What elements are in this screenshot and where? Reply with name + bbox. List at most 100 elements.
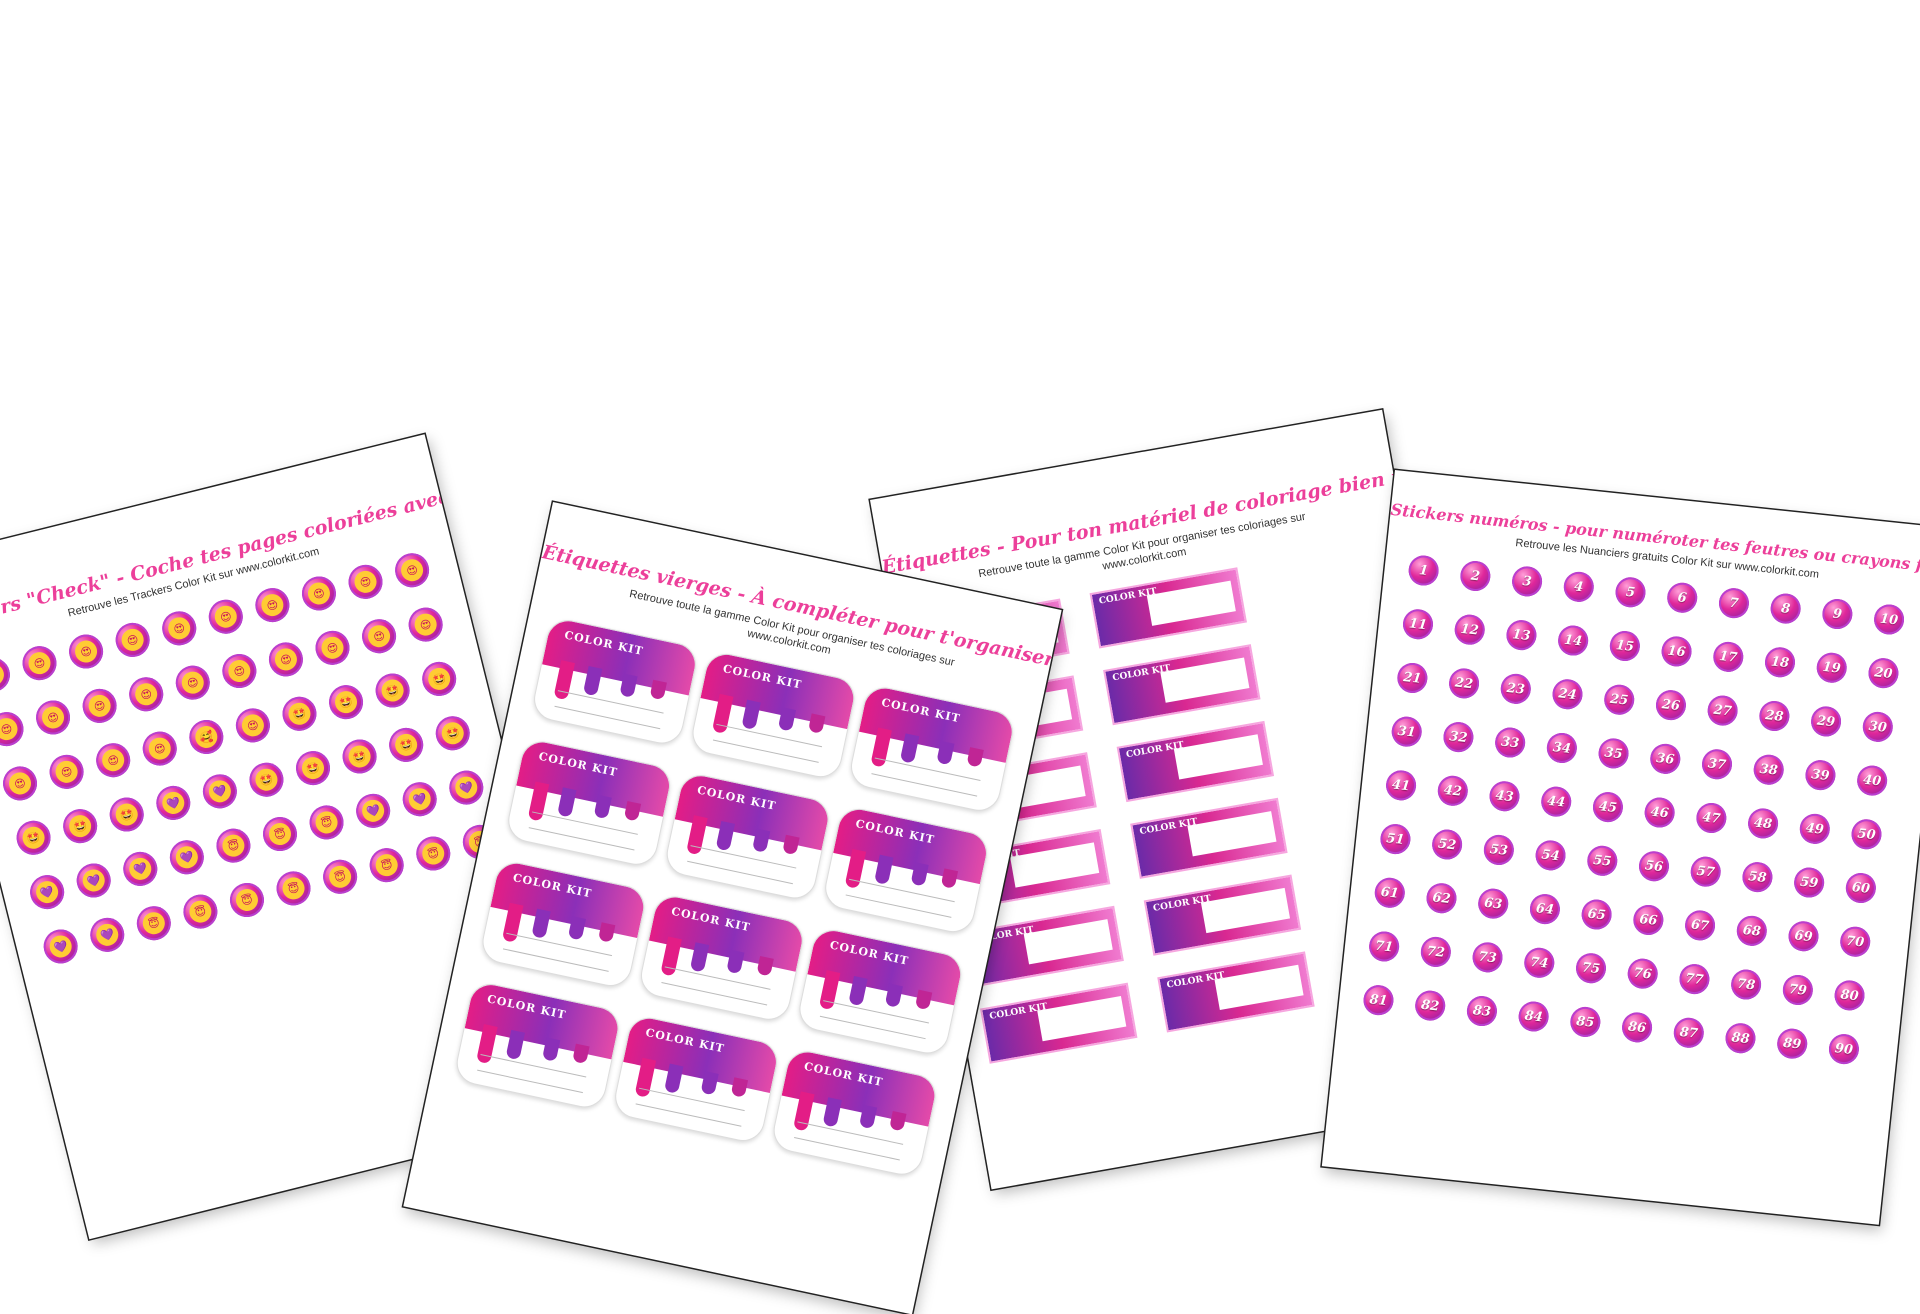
check-sticker: 💜 [40,925,82,968]
number-sticker-label: 48 [1753,815,1773,832]
check-sticker: 🤩 [292,747,334,789]
paint-drip [623,801,642,822]
number-sticker-label: 35 [1603,744,1624,762]
check-sticker: 😍 [172,662,214,704]
number-sticker: 56 [1637,849,1671,883]
number-sticker: 49 [1798,812,1832,846]
number-sticker: 55 [1585,844,1619,878]
number-sticker-label: 18 [1770,653,1790,671]
number-sticker: 53 [1482,833,1516,867]
number-sticker-label: 9 [1832,606,1843,622]
check-sticker: 🤩 [432,712,474,754]
rect-label-blank-area [1037,996,1127,1041]
emoji-icon: 😍 [239,712,267,739]
number-sticker-label: 21 [1402,669,1423,687]
number-sticker-label: 79 [1788,981,1808,999]
emoji-icon: 😍 [26,649,53,677]
emoji-icon: 😍 [146,735,174,762]
rect-label-blank-area [1160,657,1250,703]
number-sticker-label: 13 [1511,626,1532,644]
number-sticker: 31 [1390,715,1424,749]
emoji-icon: 😇 [280,875,307,902]
number-sticker: 30 [1861,710,1895,744]
check-sticker: 😇 [366,844,408,886]
emoji-icon: 😍 [72,638,100,665]
emoji-icon: 😍 [165,614,193,642]
check-sticker: 💜 [119,848,161,890]
number-sticker-label: 57 [1695,863,1716,881]
number-sticker-label: 65 [1586,906,1607,923]
number-sticker: 14 [1556,624,1590,658]
emoji-icon: 😍 [212,603,240,631]
number-sticker-label: 4 [1573,578,1585,595]
check-sticker: 😇 [412,832,454,875]
number-sticker: 5 [1614,575,1647,609]
number-sticker: 17 [1711,640,1745,674]
number-sticker: 25 [1602,683,1636,717]
blank-label: COLOR KIT [662,771,833,903]
check-sticker: 😍 [0,708,28,750]
number-sticker-label: 54 [1540,846,1561,864]
number-sticker-label: 27 [1712,702,1733,719]
number-sticker-label: 86 [1627,1018,1647,1036]
paint-drip [858,1104,878,1130]
check-sticker: 😍 [205,596,247,638]
number-sticker-label: 71 [1374,938,1394,955]
check-sticker: 🤩 [418,658,460,700]
emoji-icon: 🤩 [286,700,313,728]
number-sticker: 80 [1833,978,1867,1012]
emoji-icon: 😇 [187,898,214,925]
emoji-icon: 😍 [352,568,379,596]
emoji-icon: 🤩 [113,801,141,828]
number-sticker-label: 76 [1632,965,1653,983]
emoji-icon: 😍 [39,704,67,731]
emoji-icon: 😍 [179,669,207,696]
number-sticker: 44 [1539,785,1573,819]
paint-drip [751,828,771,853]
rect-label-blank-area [1024,919,1113,964]
number-sticker: 88 [1724,1021,1757,1055]
rect-label: COLOR KIT [979,982,1138,1064]
emoji-icon: 😍 [226,657,253,685]
number-sticker: 51 [1378,822,1412,856]
number-sticker: 52 [1430,828,1464,861]
number-sticker-label: 3 [1521,573,1533,590]
number-sticker-label: 39 [1810,766,1831,784]
check-sticker: 😍 [218,650,260,692]
check-sticker: 😍 [311,627,354,669]
number-sticker-label: 29 [1816,713,1836,730]
number-sticker-label: 38 [1758,761,1779,779]
number-sticker: 27 [1706,694,1740,728]
emoji-icon: 🤩 [20,824,47,852]
emoji-icon: 😍 [365,622,393,650]
number-sticker-label: 73 [1477,948,1498,966]
emoji-icon: 😍 [272,646,300,673]
number-sticker: 13 [1504,618,1538,652]
check-sticker: 🥰 [185,716,227,758]
number-sticker: 34 [1545,731,1579,765]
number-sticker: 82 [1413,989,1447,1023]
emoji-icon: 💜 [47,933,75,960]
number-sticker-label: 43 [1494,787,1515,805]
number-sticker-label: 15 [1615,637,1635,655]
number-sticker-label: 52 [1437,836,1457,853]
emoji-icon: 🤩 [392,731,420,759]
emoji-icon: 😇 [233,886,261,914]
rect-label-blank-area [1010,842,1100,888]
check-sticker: 💜 [445,766,487,809]
check-sticker: 🤩 [278,693,321,735]
check-sticker: 😍 [0,654,14,696]
check-sticker: 😇 [305,801,348,844]
paint-drip [649,679,667,701]
number-sticker-label: 67 [1690,916,1710,934]
number-sticker: 39 [1803,758,1837,792]
number-sticker-label: 84 [1523,1008,1544,1025]
paint-drip [777,707,797,732]
blank-label: COLOR KIT [821,804,992,937]
number-sticker: 9 [1820,597,1854,631]
number-sticker-label: 80 [1839,986,1860,1004]
number-sticker-label: 5 [1625,584,1636,601]
number-sticker: 61 [1373,876,1407,910]
paint-drip [597,922,616,943]
rect-label-blank-area [1214,965,1304,1010]
